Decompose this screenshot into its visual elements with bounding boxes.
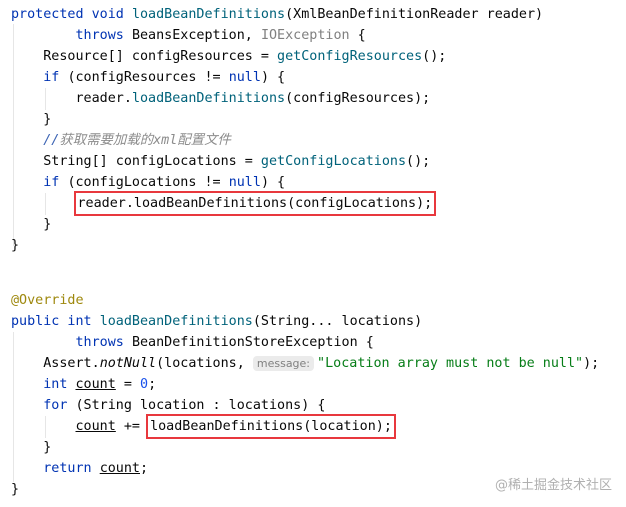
code-line[interactable]: Assert.notNull(locations, message: "Locat… [11,353,599,374]
code-token: count [99,461,140,476]
code-token: Assert. [11,356,100,371]
code-token: notNull [99,356,157,371]
code-token: 获取需要加载的xml配置文件 [59,133,231,148]
code-token: String[] configLocations = [11,154,261,169]
code-token: "Location array must not be null" [317,356,584,371]
code-line[interactable]: } [11,109,543,130]
code-token: return [43,461,100,476]
code-token: null [228,175,261,190]
code-token: null [228,70,261,85]
highlighted-call: loadBeanDefinitions(location); [146,414,396,439]
code-line[interactable]: throws BeanDefinitionStoreException { [11,332,599,353]
code-token: ) { [260,70,286,85]
code-line[interactable]: reader.loadBeanDefinitions(configLocatio… [11,191,543,216]
code-token: { [349,28,366,43]
code-line[interactable]: } [11,235,543,256]
code-token: @Override [11,293,84,308]
code-token: getConfigResources [277,49,423,64]
code-token: count [75,377,116,392]
code-token: public int [11,314,100,329]
code-token: (); [406,154,431,169]
code-token: } [11,217,52,232]
code-token: loadBeanDefinitions [99,314,253,329]
code-token: protected void [11,7,132,22]
code-line[interactable]: for (String location : locations) { [11,395,599,416]
parameter-hint: message: [252,356,315,371]
code-token: ); [583,356,600,371]
code-line[interactable]: if (configLocations != null) { [11,172,543,193]
code-token: ; [140,461,149,476]
code-line[interactable]: reader.loadBeanDefinitions(configResourc… [11,88,543,109]
code-line[interactable]: throws BeansException, IOException { [11,25,543,46]
code-line[interactable]: count += loadBeanDefinitions(location); [11,414,599,439]
code-token: (configLocations != [67,175,229,190]
code-token: getConfigLocations [260,154,407,169]
code-line[interactable]: @Override [11,290,599,311]
code-token: BeansException, [131,28,261,43]
code-token: } [11,440,52,455]
code-token: Resource[] configResources = [11,49,278,64]
code-token: += [115,419,149,434]
code-token: throws [75,28,132,43]
code-token: int [43,377,76,392]
code-token: ) { [260,175,286,190]
code-token: (); [422,49,447,64]
code-token: IOException [260,28,350,43]
code-token: (XmlBeanDefinitionReader reader) [285,7,544,22]
code-line[interactable]: //获取需要加载的xml配置文件 [11,130,543,151]
code-token: throws [75,335,132,350]
code-token: (locations, [156,356,253,371]
code-token: (String... locations) [252,314,423,329]
code-line[interactable]: int count = 0; [11,374,599,395]
code-token: ; [148,377,157,392]
code-line[interactable]: if (configResources != null) { [11,67,543,88]
code-token: BeanDefinitionStoreException { [131,335,374,350]
code-token: = [115,377,140,392]
code-line[interactable]: public int loadBeanDefinitions(String...… [11,311,599,332]
code-token: for [43,398,76,413]
watermark: @稀土掘金技术社区 [494,478,612,493]
code-token: loadBeanDefinitions [131,91,286,106]
code-token: loadBeanDefinitions [131,7,286,22]
code-line[interactable]: protected void loadBeanDefinitions(XmlBe… [11,4,543,25]
code-line[interactable]: } [11,437,599,458]
code-token: if [43,70,68,85]
code-line[interactable]: } [11,214,543,235]
highlighted-call: reader.loadBeanDefinitions(configLocatio… [73,191,437,216]
code-line[interactable]: Resource[] configResources = getConfigRe… [11,46,543,67]
code-token: (configResources); [285,91,431,106]
code-block-load-bean-definitions-reader: protected void loadBeanDefinitions(XmlBe… [11,4,543,256]
code-token: (String location : locations) { [75,398,326,413]
code-token: reader. [11,91,132,106]
code-block-load-bean-definitions-locations: @Override public int loadBeanDefinitions(… [11,290,599,500]
code-token: if [43,175,68,190]
code-token: (configResources != [67,70,229,85]
code-token: } [11,482,20,497]
code-token: count [75,419,116,434]
code-token: // [43,133,60,148]
code-token: } [11,112,52,127]
code-line[interactable]: String[] configLocations = getConfigLoca… [11,151,543,172]
code-token: 0 [140,377,149,392]
code-token: } [11,238,20,253]
